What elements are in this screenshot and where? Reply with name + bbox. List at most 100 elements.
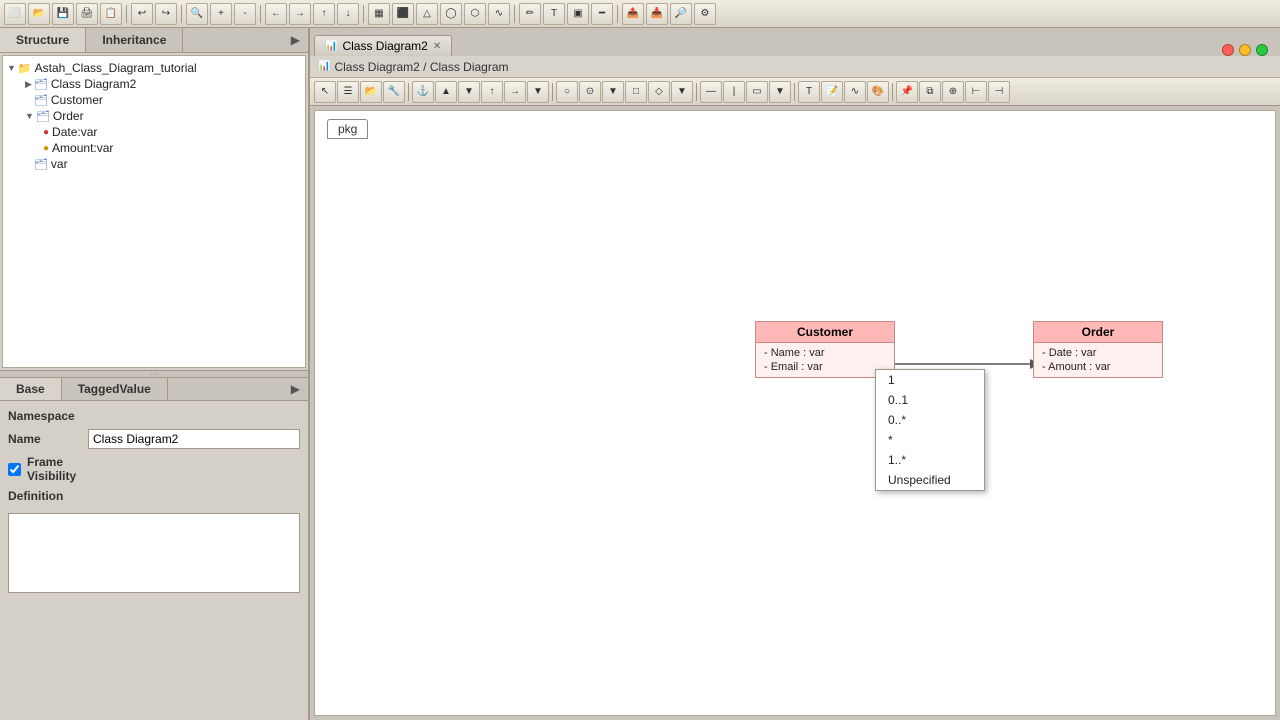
misc3-btn[interactable]: △ (416, 3, 438, 25)
multiplicity-option-unspecified[interactable]: Unspecified (876, 470, 984, 490)
anchor-tool-btn[interactable]: ⚓ (412, 81, 434, 103)
pen-btn[interactable]: ✏ (519, 3, 541, 25)
multiplicity-option-01[interactable]: 0..1 (876, 390, 984, 410)
save-btn[interactable]: 💾 (52, 3, 74, 25)
classdiagram2-icon: 🗂 (34, 78, 48, 91)
line-left-btn[interactable]: — (700, 81, 722, 103)
tabs-expand-arrow[interactable]: ▶ (283, 28, 308, 52)
name-input[interactable] (88, 429, 300, 449)
resize-handle[interactable]: ··· (0, 370, 308, 378)
misc2-btn[interactable]: ⬛ (392, 3, 414, 25)
text-btn[interactable]: T (543, 3, 565, 25)
diagram-tab-close-btn[interactable]: ✕ (433, 41, 441, 52)
tab-structure[interactable]: Structure (0, 28, 86, 52)
split-tool-btn[interactable]: ⊢ (965, 81, 987, 103)
tree-panel: ▼ 📁 Astah_Class_Diagram_tutorial ▶ 🗂 Cla… (2, 55, 306, 368)
diamond-tool-btn[interactable]: ◇ (648, 81, 670, 103)
tree-item-date-var[interactable]: ● Date:var (7, 124, 301, 140)
line-mid-btn[interactable]: | (723, 81, 745, 103)
tree-item-customer[interactable]: ▶ 🗂 Customer (7, 92, 301, 108)
order-attr-date: - Date : var (1042, 346, 1154, 360)
tab-base[interactable]: Base (0, 378, 62, 400)
drop2-tool-btn[interactable]: ▼ (527, 81, 549, 103)
circle2-tool-btn[interactable]: ⊙ (579, 81, 601, 103)
bottom-tabs-arrow[interactable]: ▶ (283, 378, 308, 400)
amount-attr-icon: ● (43, 143, 49, 154)
import-btn[interactable]: 📥 (646, 3, 668, 25)
minimize-window-btn[interactable] (1239, 44, 1251, 56)
fill-btn[interactable]: ▣ (567, 3, 589, 25)
arrow-down-btn[interactable]: ↓ (337, 3, 359, 25)
drop-tool-btn[interactable]: ▼ (458, 81, 480, 103)
rect-tool-btn[interactable]: □ (625, 81, 647, 103)
customer-class-header: Customer (756, 322, 894, 343)
tree-root[interactable]: ▼ 📁 Astah_Class_Diagram_tutorial (7, 60, 301, 76)
undo-btn[interactable]: ↩ (131, 3, 153, 25)
export-btn[interactable]: 📤 (622, 3, 644, 25)
misc1-btn[interactable]: ▦ (368, 3, 390, 25)
line-btn[interactable]: ━ (591, 3, 613, 25)
tree-item-amount-var[interactable]: ● Amount:var (7, 140, 301, 156)
order-arrow[interactable]: ▼ (25, 111, 34, 121)
assoc-tool-btn[interactable]: → (504, 81, 526, 103)
circle-tool-btn[interactable]: ○ (556, 81, 578, 103)
tree-item-var[interactable]: ▶ 🗂 var (7, 156, 301, 172)
connect-tool-btn[interactable]: ↑ (481, 81, 503, 103)
open-btn[interactable]: 📂 (28, 3, 50, 25)
diagram-tab-classdiagram2[interactable]: 📊 Class Diagram2 ✕ (314, 35, 452, 56)
zoom-fit-btn[interactable]: 🔍 (186, 3, 208, 25)
misc4-btn[interactable]: ◯ (440, 3, 462, 25)
copy-btn[interactable]: 📋 (100, 3, 122, 25)
print-btn[interactable]: 🖨 (76, 3, 98, 25)
multiplicity-option-1[interactable]: 1 (876, 370, 984, 390)
misc5-btn[interactable]: ⬡ (464, 3, 486, 25)
diag-sep2 (552, 83, 553, 101)
tab-taggedvalue[interactable]: TaggedValue (62, 378, 168, 400)
tree-item-order[interactable]: ▼ 🗂 Order (7, 108, 301, 124)
definition-textarea[interactable] (8, 513, 300, 593)
drop5-tool-btn[interactable]: ▼ (769, 81, 791, 103)
multiplicity-option-star[interactable]: * (876, 430, 984, 450)
rect2-tool-btn[interactable]: ▭ (746, 81, 768, 103)
filter-tool-btn[interactable]: ⊕ (942, 81, 964, 103)
arrow-left-btn[interactable]: ← (265, 3, 287, 25)
misc6-btn[interactable]: ∿ (488, 3, 510, 25)
list-tool-btn[interactable]: ☰ (337, 81, 359, 103)
new-btn[interactable]: ⬜ (4, 3, 26, 25)
drop3-tool-btn[interactable]: ▼ (602, 81, 624, 103)
var-arrow[interactable]: ▶ (25, 159, 32, 170)
redo-btn[interactable]: ↪ (155, 3, 177, 25)
color-tool-btn[interactable]: 🎨 (867, 81, 889, 103)
search-btn[interactable]: 🔎 (670, 3, 692, 25)
arrow-right-btn[interactable]: → (289, 3, 311, 25)
text-tool-btn[interactable]: T (798, 81, 820, 103)
node-tool-btn[interactable]: ▲ (435, 81, 457, 103)
customer-class-box[interactable]: Customer - Name : var - Email : var (755, 321, 895, 378)
order-class-box[interactable]: Order - Date : var - Amount : var (1033, 321, 1163, 378)
multiplicity-option-0star[interactable]: 0..* (876, 410, 984, 430)
note-tool-btn[interactable]: 📝 (821, 81, 843, 103)
tree-item-classdiagram2[interactable]: ▶ 🗂 Class Diagram2 (7, 76, 301, 92)
wave-tool-btn[interactable]: ∿ (844, 81, 866, 103)
classdiagram2-arrow[interactable]: ▶ (25, 79, 32, 90)
pin-tool-btn[interactable]: 📌 (896, 81, 918, 103)
zoom-out-btn[interactable]: - (234, 3, 256, 25)
settings-btn[interactable]: ⚙ (694, 3, 716, 25)
diag-sep5 (892, 83, 893, 101)
arrow-up-btn[interactable]: ↑ (313, 3, 335, 25)
tab-inheritance[interactable]: Inheritance (86, 28, 183, 52)
copy2-tool-btn[interactable]: ⧉ (919, 81, 941, 103)
multiplicity-option-1star[interactable]: 1..* (876, 450, 984, 470)
frame-visibility-checkbox[interactable] (8, 463, 21, 476)
zoom-in-btn[interactable]: + (210, 3, 232, 25)
maximize-window-btn[interactable] (1256, 44, 1268, 56)
drop4-tool-btn[interactable]: ▼ (671, 81, 693, 103)
close-window-btn[interactable] (1222, 44, 1234, 56)
merge-tool-btn[interactable]: ⊣ (988, 81, 1010, 103)
folder-tool-btn[interactable]: 📂 (360, 81, 382, 103)
shape-tool-btn[interactable]: 🔧 (383, 81, 405, 103)
customer-arrow[interactable]: ▶ (25, 95, 32, 106)
select-tool-btn[interactable]: ↖ (314, 81, 336, 103)
root-expand-arrow[interactable]: ▼ (7, 63, 16, 73)
multiplicity-dropdown: 1 0..1 0..* * 1..* Unspecified (875, 369, 985, 491)
